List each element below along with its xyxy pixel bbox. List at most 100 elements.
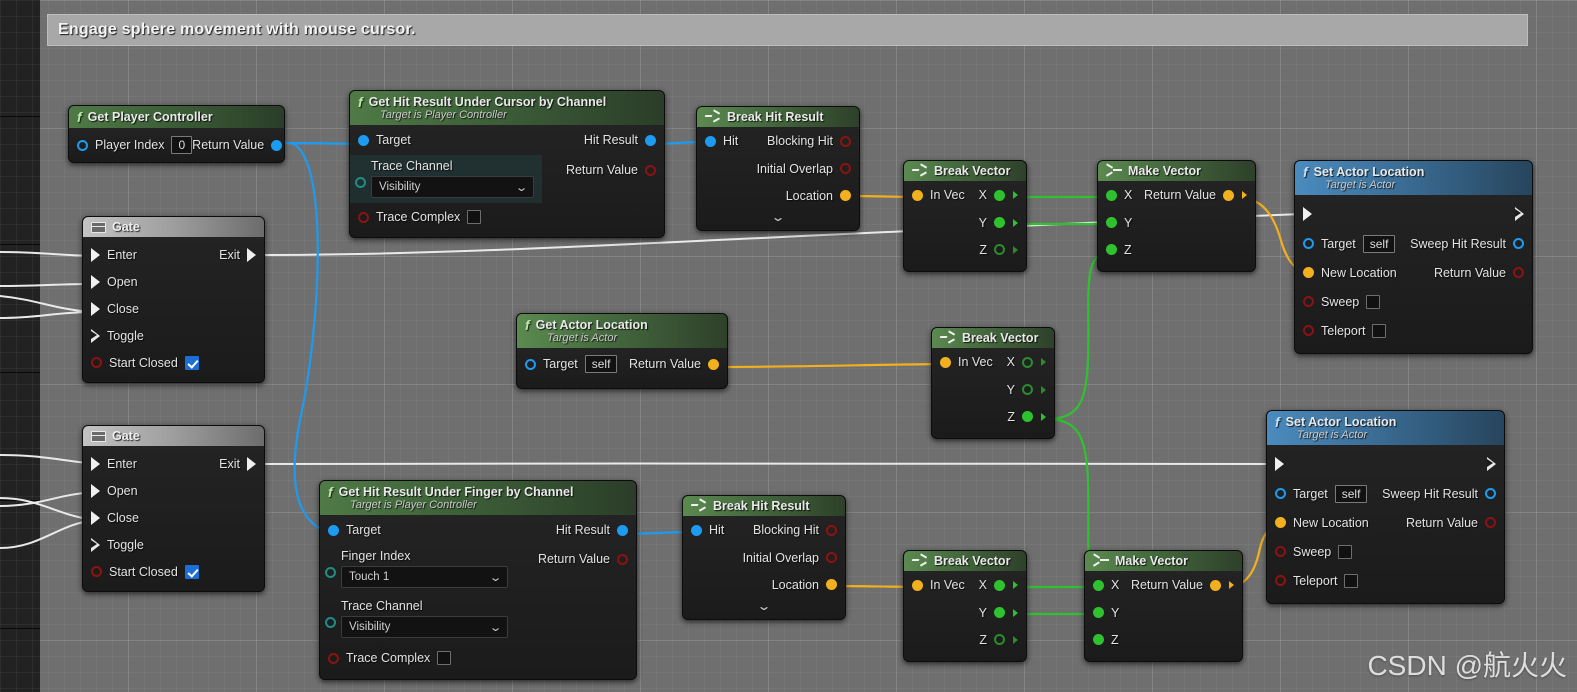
- initial-overlap-pin[interactable]: [826, 552, 837, 563]
- player-index-pin[interactable]: [77, 139, 88, 151]
- trace-complex-checkbox[interactable]: [437, 651, 452, 665]
- initial-overlap-pin[interactable]: [840, 163, 851, 174]
- trace-channel-pin[interactable]: [355, 177, 366, 188]
- expand-pins-button[interactable]: ⌄: [683, 598, 845, 617]
- y-pin[interactable]: [994, 607, 1005, 618]
- close-exec-pin[interactable]: [91, 301, 100, 316]
- finger-index-pin[interactable]: [325, 567, 336, 578]
- new-location-pin[interactable]: [1275, 517, 1286, 528]
- exit-exec-pin[interactable]: [247, 247, 256, 262]
- expand-pins-button[interactable]: ⌄: [697, 209, 859, 228]
- node-break-vector-mid[interactable]: Break Vector In Vec X Y Z: [931, 327, 1055, 439]
- player-index-value[interactable]: 0: [171, 136, 193, 154]
- toggle-exec-pin[interactable]: [91, 537, 100, 552]
- return-value-pin[interactable]: [1513, 267, 1524, 278]
- z-pin[interactable]: [994, 244, 1005, 255]
- y-pin[interactable]: [1022, 384, 1033, 395]
- node-set-actor-location-top[interactable]: f Set Actor Location Target is Actor Tar…: [1294, 160, 1533, 354]
- finger-index-dropdown[interactable]: Touch 1 ⌄: [341, 566, 508, 588]
- in-vec-pin[interactable]: [912, 189, 923, 201]
- hit-result-pin[interactable]: [645, 134, 656, 146]
- target-pin[interactable]: [525, 358, 536, 370]
- enter-exec-pin[interactable]: [91, 456, 100, 471]
- start-closed-pin[interactable]: [91, 566, 102, 577]
- sweep-pin[interactable]: [1303, 296, 1314, 307]
- trace-channel-dropdown[interactable]: Visibility ⌄: [341, 616, 508, 638]
- z-pin[interactable]: [994, 634, 1005, 645]
- target-pin[interactable]: [358, 134, 369, 146]
- target-pin[interactable]: [1275, 488, 1286, 499]
- location-pin[interactable]: [826, 579, 837, 590]
- exec-in-pin[interactable]: [1275, 457, 1284, 471]
- hit-pin[interactable]: [705, 135, 716, 147]
- start-closed-checkbox[interactable]: [184, 355, 199, 370]
- toggle-exec-pin[interactable]: [91, 328, 100, 343]
- y-pin[interactable]: [994, 217, 1005, 228]
- target-pin[interactable]: [1303, 238, 1314, 249]
- node-make-vector-bottom[interactable]: Make Vector X Return Value Y Z: [1084, 550, 1243, 662]
- x-pin[interactable]: [994, 189, 1005, 201]
- location-pin[interactable]: [840, 190, 851, 201]
- teleport-checkbox[interactable]: [1344, 573, 1359, 588]
- sweep-checkbox[interactable]: [1338, 544, 1353, 559]
- x-pin[interactable]: [1106, 189, 1117, 201]
- return-value-pin[interactable]: [617, 553, 628, 565]
- trace-complex-pin[interactable]: [358, 211, 369, 223]
- node-get-hit-result-under-cursor[interactable]: f Get Hit Result Under Cursor by Channel…: [349, 90, 665, 238]
- comment-banner[interactable]: Engage sphere movement with mouse cursor…: [47, 14, 1528, 46]
- trace-complex-checkbox[interactable]: [467, 210, 482, 224]
- node-break-vector-bottom[interactable]: Break Vector In Vec X Y Z: [903, 550, 1027, 662]
- teleport-pin[interactable]: [1303, 325, 1314, 336]
- sweep-checkbox[interactable]: [1366, 294, 1381, 309]
- node-make-vector-top[interactable]: Make Vector X Return Value Y Z: [1097, 160, 1256, 272]
- target-value[interactable]: self: [1334, 484, 1368, 503]
- return-value-pin[interactable]: [1210, 579, 1221, 591]
- return-value-pin[interactable]: [1485, 517, 1496, 528]
- return-value-pin[interactable]: [1223, 189, 1234, 201]
- node-get-player-controller[interactable]: f Get Player Controller Player Index 0 R…: [68, 105, 285, 163]
- teleport-pin[interactable]: [1275, 575, 1286, 586]
- target-value[interactable]: self: [1362, 234, 1396, 253]
- y-pin[interactable]: [1093, 607, 1104, 618]
- close-exec-pin[interactable]: [91, 510, 100, 525]
- teleport-checkbox[interactable]: [1372, 323, 1387, 338]
- z-pin[interactable]: [1106, 244, 1117, 255]
- trace-complex-pin[interactable]: [328, 652, 339, 664]
- new-location-pin[interactable]: [1303, 267, 1314, 278]
- return-value-pin[interactable]: [271, 139, 283, 151]
- in-vec-pin[interactable]: [912, 579, 923, 591]
- node-gate-top[interactable]: Gate Enter Exit Open Close Toggle Start …: [82, 216, 265, 383]
- in-vec-pin[interactable]: [940, 356, 951, 368]
- y-pin[interactable]: [1106, 217, 1117, 228]
- trace-channel-dropdown[interactable]: Visibility ⌄: [371, 176, 534, 198]
- node-break-hit-result-bottom[interactable]: Break Hit Result Hit Blocking Hit Initia…: [682, 495, 846, 620]
- enter-exec-pin[interactable]: [91, 247, 100, 262]
- node-get-actor-location[interactable]: f Get Actor Location Target is Actor Tar…: [516, 313, 728, 389]
- x-pin[interactable]: [994, 579, 1005, 591]
- target-pin[interactable]: [328, 524, 339, 536]
- trace-channel-pin[interactable]: [325, 617, 336, 628]
- return-value-pin[interactable]: [708, 358, 719, 370]
- sweep-pin[interactable]: [1275, 546, 1286, 557]
- blocking-hit-pin[interactable]: [826, 524, 837, 536]
- target-value[interactable]: self: [584, 355, 618, 373]
- sweep-hit-result-pin[interactable]: [1513, 238, 1524, 249]
- node-break-vector-top[interactable]: Break Vector In Vec X Y Z: [903, 160, 1027, 272]
- open-exec-pin[interactable]: [91, 274, 100, 289]
- exec-in-pin[interactable]: [1303, 207, 1312, 221]
- node-gate-bottom[interactable]: Gate Enter Exit Open Close Toggle Start …: [82, 425, 265, 592]
- blocking-hit-pin[interactable]: [840, 135, 851, 147]
- blueprint-canvas[interactable]: Engage sphere movement with mouse cursor…: [0, 0, 1577, 692]
- open-exec-pin[interactable]: [91, 483, 100, 498]
- x-pin[interactable]: [1022, 356, 1033, 368]
- node-set-actor-location-bottom[interactable]: f Set Actor Location Target is Actor Tar…: [1266, 410, 1505, 604]
- exit-exec-pin[interactable]: [247, 456, 256, 471]
- hit-pin[interactable]: [691, 524, 702, 536]
- node-break-hit-result-top[interactable]: Break Hit Result Hit Blocking Hit Initia…: [696, 106, 860, 231]
- z-pin[interactable]: [1022, 411, 1033, 422]
- sweep-hit-result-pin[interactable]: [1485, 488, 1496, 499]
- node-get-hit-result-under-finger[interactable]: f Get Hit Result Under Finger by Channel…: [319, 480, 637, 680]
- hit-result-pin[interactable]: [617, 524, 628, 536]
- exec-out-pin[interactable]: [1515, 207, 1524, 221]
- start-closed-pin[interactable]: [91, 357, 102, 368]
